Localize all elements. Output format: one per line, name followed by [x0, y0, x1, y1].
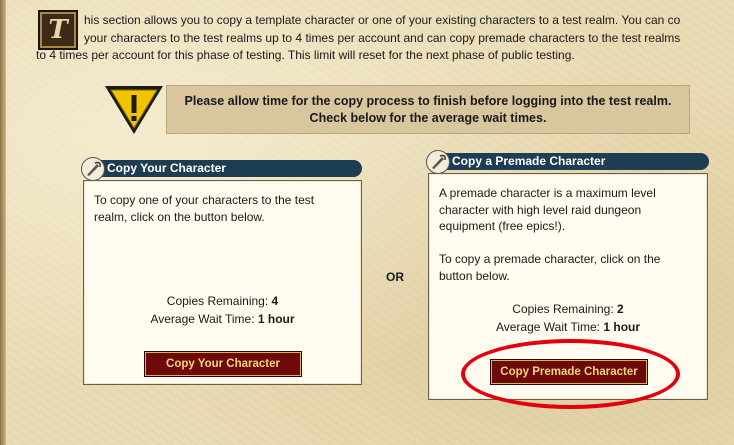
panel-description-line-4: To copy a premade character, click on th… [439, 252, 661, 266]
intro-line-1: his section allows you to copy a templat… [84, 13, 681, 27]
intro-line-3: to 4 times per account for this phase of… [36, 48, 575, 62]
copies-remaining-value: 2 [617, 302, 624, 316]
copy-your-character-panel: To copy one of your characters to the te… [83, 180, 362, 385]
panel-description-line-1: A premade character is a maximum level [439, 186, 656, 200]
intro-paragraph: his section allows you to copy a templat… [36, 12, 734, 65]
copies-remaining: Copies Remaining: 2 [429, 302, 707, 316]
notice-line-2: Check below for the average wait times. [309, 111, 547, 125]
copy-premade-character-header: Copy a Premade Character [426, 150, 709, 174]
copies-remaining-label: Copies Remaining: [166, 294, 269, 308]
copy-premade-character-panel: A premade character is a maximum level c… [428, 173, 708, 400]
copy-your-character-header: Copy Your Character [81, 157, 362, 181]
warning-icon [105, 86, 163, 134]
or-separator: OR [386, 270, 404, 284]
quill-icon [426, 150, 450, 174]
page-left-border [0, 0, 6, 445]
panel-description-line-2: character with high level raid dungeon [439, 202, 642, 217]
panel-title: Copy a Premade Character [452, 154, 606, 168]
panel-description-line-1: To copy one of your characters to the te… [94, 193, 315, 207]
panel-title: Copy Your Character [107, 161, 226, 175]
drop-cap-icon: T [38, 10, 78, 50]
panel-description-line-5: button below. [439, 268, 510, 283]
average-wait-label: Average Wait Time: [495, 320, 601, 334]
copies-remaining: Copies Remaining: 4 [84, 294, 361, 308]
copies-remaining-value: 4 [271, 294, 279, 308]
average-wait-time: Average Wait Time: 1 hour [429, 320, 707, 334]
copy-premade-character-button[interactable]: Copy Premade Character [490, 359, 648, 385]
average-wait-label: Average Wait Time: [150, 312, 255, 326]
wait-notice: Please allow time for the copy process t… [166, 85, 690, 134]
panel-description-line-3: equipment (free epics!). [439, 219, 566, 233]
average-wait-value: 1 hour [603, 320, 641, 334]
quill-icon [81, 157, 105, 181]
drop-cap-letter: T [48, 15, 68, 45]
panel-description-line-2: realm, click on the button below. [94, 209, 265, 224]
copies-remaining-label: Copies Remaining: [512, 302, 614, 316]
copy-your-character-button[interactable]: Copy Your Character [144, 351, 302, 377]
average-wait-value: 1 hour [257, 312, 295, 326]
intro-line-2: your characters to the test realms up to… [84, 30, 681, 45]
notice-line-1: Please allow time for the copy process t… [184, 94, 672, 108]
average-wait-time: Average Wait Time: 1 hour [84, 312, 361, 326]
